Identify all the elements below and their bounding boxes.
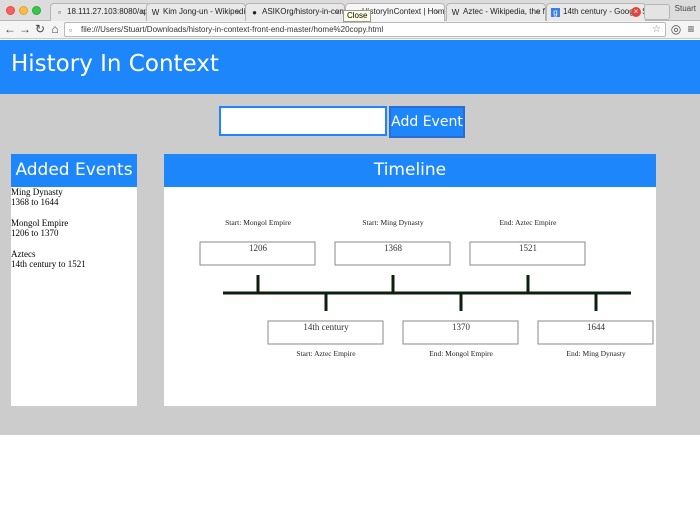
timeline-caption: End: Aztec Empire: [499, 218, 557, 227]
tab-label: Kim Jong-un - Wikipedia: [163, 7, 246, 16]
added-events-header: Added Events: [11, 154, 137, 187]
timeline-event-value: 1521: [519, 243, 537, 253]
forward-arrow-icon[interactable]: →: [18, 22, 32, 37]
browser-tab[interactable]: ▫ 18.111.27.103:8080/api/ ×: [50, 3, 150, 21]
event-range: 1206 to 1370: [11, 228, 59, 238]
timeline-caption: Start: Ming Dynasty: [362, 218, 423, 227]
list-item[interactable]: Aztecs 14th century to 1521: [11, 249, 137, 269]
profile-name[interactable]: Stuart: [675, 4, 696, 13]
event-input[interactable]: [219, 106, 387, 136]
close-icon[interactable]: ×: [536, 4, 541, 20]
url-text: file:///Users/Stuart/Downloads/history-i…: [81, 25, 384, 34]
github-icon: ●: [252, 8, 257, 17]
timeline-event-value: 1206: [249, 243, 268, 253]
timeline-caption: Start: Aztec Empire: [296, 349, 356, 358]
list-item[interactable]: Ming Dynasty 1368 to 1644: [11, 187, 137, 207]
browser-tab[interactable]: g 14th century - Google Se ×: [546, 3, 646, 21]
browser-tab[interactable]: W Kim Jong-un - Wikipedia ×: [146, 3, 246, 21]
timeline-event-value: 1368: [384, 243, 403, 253]
browser-toolbar: ← → ↻ ⌂ ▫ file:///Users/Stuart/Downloads…: [0, 21, 700, 39]
tab-label: ASIKOrg/history-in-conte: [262, 7, 345, 16]
event-range: 1368 to 1644: [11, 197, 59, 207]
menu-icon[interactable]: ≡: [684, 22, 698, 37]
app-header: History In Context: [0, 40, 700, 94]
page-icon: ▫: [69, 25, 73, 35]
extension-icon[interactable]: ◎: [669, 22, 683, 37]
wikipedia-icon: W: [151, 8, 160, 17]
added-events-list: Ming Dynasty 1368 to 1644 Mongol Empire …: [11, 187, 137, 406]
page-icon: ▫: [58, 8, 61, 17]
wikipedia-icon: W: [451, 8, 460, 17]
back-arrow-icon[interactable]: ←: [3, 22, 17, 37]
content-area: Add Event Added Events Ming Dynasty 1368…: [0, 94, 700, 435]
reload-icon[interactable]: ↻: [33, 22, 47, 37]
timeline-event-value: 1370: [452, 322, 471, 332]
close-tooltip: Close: [343, 10, 372, 22]
window-minimize-button[interactable]: [19, 6, 28, 15]
browser-tab[interactable]: W Aztec - Wikipedia, the fre ×: [446, 3, 546, 21]
page: History In Context Add Event Added Event…: [0, 40, 700, 525]
window-close-button[interactable]: [6, 6, 15, 15]
new-tab-button[interactable]: [644, 4, 670, 20]
timeline-caption: Start: Mongol Empire: [225, 218, 291, 227]
tab-label: HistoryInContext | Home: [362, 7, 445, 16]
timeline-header: Timeline: [164, 154, 656, 187]
address-bar[interactable]: ▫ file:///Users/Stuart/Downloads/history…: [64, 22, 666, 37]
close-icon[interactable]: ×: [335, 4, 340, 20]
event-name: Mongol Empire: [11, 218, 69, 228]
event-name: Aztecs: [11, 249, 36, 259]
timeline-event-value: 14th century: [303, 322, 349, 332]
event-range: 14th century to 1521: [11, 259, 86, 269]
timeline-event-value: 1644: [587, 322, 606, 332]
add-event-button[interactable]: Add Event: [389, 106, 465, 138]
close-icon[interactable]: ×: [631, 7, 641, 17]
list-item[interactable]: Mongol Empire 1206 to 1370: [11, 218, 137, 238]
close-icon[interactable]: ×: [435, 4, 440, 20]
google-icon: g: [551, 8, 560, 17]
timeline-panel: Start: Mongol Empire 1206 Start: Ming Dy…: [164, 187, 656, 406]
timeline-diagram: Start: Mongol Empire 1206 Start: Ming Dy…: [199, 218, 654, 358]
event-name: Ming Dynasty: [11, 187, 63, 197]
close-icon[interactable]: ×: [236, 4, 241, 20]
timeline-caption: End: Ming Dynasty: [566, 349, 625, 358]
app-title: History In Context: [11, 51, 219, 77]
browser-tab[interactable]: ● ASIKOrg/history-in-conte ×: [245, 3, 345, 21]
tab-label: 18.111.27.103:8080/api/: [67, 7, 150, 16]
timeline-caption: End: Mongol Empire: [429, 349, 493, 358]
close-icon[interactable]: ×: [140, 4, 145, 20]
bookmark-star-icon[interactable]: ☆: [652, 23, 661, 36]
tab-label: Aztec - Wikipedia, the fre: [463, 7, 546, 16]
window-zoom-button[interactable]: [32, 6, 41, 15]
home-icon[interactable]: ⌂: [48, 22, 62, 37]
